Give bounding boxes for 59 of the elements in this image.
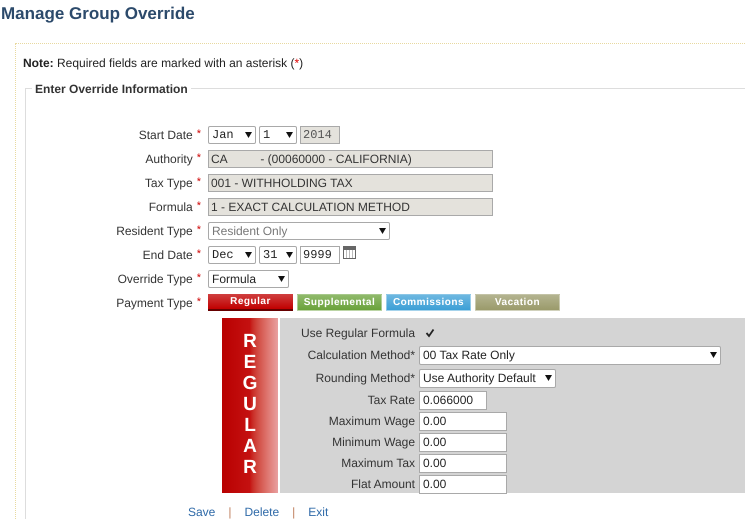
required-asterisk: * [196, 175, 201, 190]
field-label: Rounding Method* [314, 370, 416, 387]
checkbox[interactable] [424, 327, 436, 339]
input-field[interactable]: 0.00 [419, 432, 507, 452]
caret-icon [286, 252, 293, 258]
required-asterisk: * [196, 295, 201, 310]
input-field[interactable]: 0.00 [419, 412, 507, 430]
field-label: Tax Rate [366, 392, 416, 409]
field-label: Minimum Wage [331, 434, 416, 451]
field-label: Tax Type [144, 174, 193, 192]
field-label: Payment Type [116, 294, 193, 312]
caret-icon [286, 132, 293, 138]
action-link[interactable]: Exit [308, 503, 328, 519]
field-label: Calculation Method* [306, 347, 416, 364]
field-label: Override Type [118, 270, 193, 288]
calendar-icon[interactable] [343, 246, 356, 258]
required-asterisk: * [196, 151, 201, 166]
input-field[interactable]: 0.00 [419, 474, 507, 494]
field-label: Maximum Tax [340, 455, 416, 472]
year-field[interactable]: 9999 [300, 246, 340, 264]
caret-icon [545, 375, 552, 381]
input-field[interactable]: 0.066000 [419, 390, 487, 410]
dropdown-select[interactable]: 00 Tax Rate Only [419, 346, 721, 364]
payment-type-tab[interactable]: Regular [208, 294, 293, 311]
month-select[interactable]: Jan [208, 126, 256, 144]
required-asterisk: * [196, 199, 201, 214]
action-link[interactable]: Delete [244, 503, 280, 519]
caret-icon [278, 276, 285, 282]
field-label: Use Regular Formula [300, 325, 416, 342]
field-label: Start Date [138, 126, 193, 144]
field-label: End Date [142, 246, 193, 264]
readonly-field: CA - (00060000 - CALIFORNIA) [208, 150, 493, 168]
link-separator: | [292, 504, 296, 519]
page-title: Manage Group Override [1, 3, 196, 25]
required-asterisk: * [196, 127, 201, 142]
day-select[interactable]: 31 [259, 246, 297, 264]
caret-icon [379, 228, 386, 234]
caret-icon [245, 252, 252, 258]
caret-icon [245, 132, 252, 138]
dropdown-select[interactable]: Formula [208, 270, 289, 288]
input-field[interactable]: 0.00 [419, 454, 507, 472]
required-asterisk: * [196, 271, 201, 286]
readonly-field: 1 - EXACT CALCULATION METHOD [208, 198, 493, 216]
required-asterisk: * [196, 247, 201, 262]
action-link[interactable]: Save [188, 503, 216, 519]
field-label: Maximum Wage [328, 413, 416, 430]
field-label: Resident Type [116, 222, 193, 240]
readonly-field: 001 - WITHHOLDING TAX [208, 174, 493, 192]
banner-text: REGULAR [242, 332, 258, 479]
required-asterisk: * [196, 223, 201, 238]
month-select[interactable]: Dec [208, 246, 256, 264]
link-separator: | [228, 504, 232, 519]
day-select[interactable]: 1 [259, 126, 297, 144]
caret-icon [710, 352, 717, 358]
field-label: Flat Amount [350, 476, 416, 493]
dropdown-select[interactable]: Use Authority Default [419, 368, 556, 388]
field-label: Formula [148, 198, 193, 216]
required-fields-note: Note: Required fields are marked with an asterisk (*) [23, 55, 304, 72]
field-label: Authority [145, 150, 193, 168]
